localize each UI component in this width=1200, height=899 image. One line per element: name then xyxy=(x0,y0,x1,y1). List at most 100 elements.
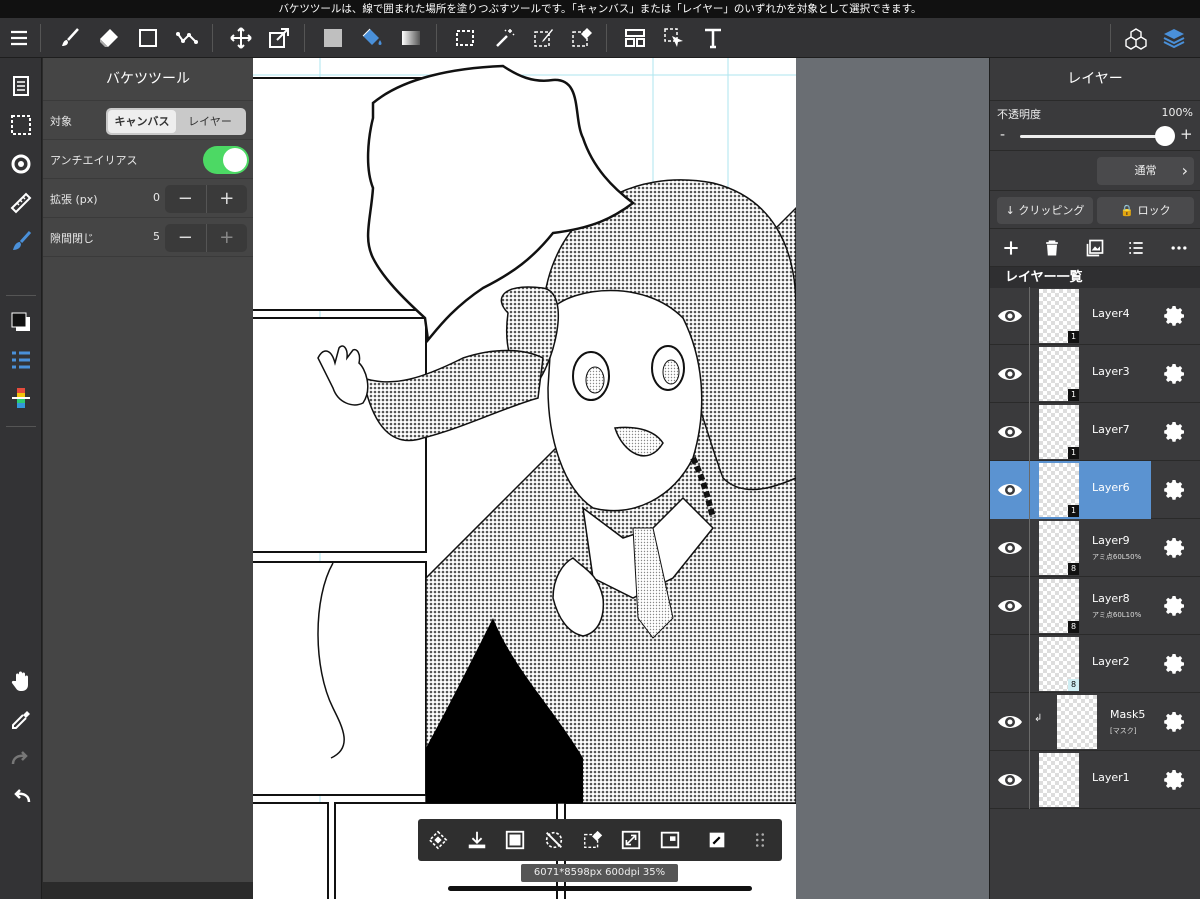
layer-row[interactable]: 8 Layer2 xyxy=(990,635,1200,693)
magic-wand-icon[interactable] xyxy=(488,18,522,58)
gear-icon[interactable] xyxy=(1163,652,1187,676)
layer-name: Layer4 xyxy=(1092,307,1130,320)
eye-icon[interactable] xyxy=(996,304,1024,328)
text-icon[interactable] xyxy=(696,18,730,58)
select-eraser-icon[interactable] xyxy=(565,18,599,58)
edit-icon[interactable] xyxy=(701,825,733,855)
more-icon[interactable] xyxy=(1166,235,1192,261)
eye-icon[interactable] xyxy=(996,362,1024,386)
expand-stepper[interactable]: − + xyxy=(165,185,247,213)
crop-icon[interactable] xyxy=(654,825,686,855)
clip-lock-row: ↓ クリッピング 🔒 ロック xyxy=(990,191,1200,229)
color-swatch-icon[interactable] xyxy=(4,305,38,339)
opacity-value: 100% xyxy=(1161,106,1193,119)
polyline-icon[interactable] xyxy=(170,18,204,58)
expand-plus-button[interactable]: + xyxy=(205,185,248,213)
add-layer-icon[interactable] xyxy=(998,235,1024,261)
fit-screen-icon[interactable] xyxy=(615,825,647,855)
gap-close-row: 隙間閉じ 5 − + xyxy=(43,218,253,257)
lock-button[interactable]: 🔒 ロック xyxy=(1097,197,1194,224)
drag-handle-icon[interactable] xyxy=(744,825,776,855)
eye-hidden-icon[interactable] xyxy=(996,652,1024,676)
gear-icon[interactable] xyxy=(1163,362,1187,386)
layers-icon[interactable] xyxy=(1157,18,1191,58)
trash-icon[interactable] xyxy=(1039,235,1065,261)
transform-icon[interactable] xyxy=(262,18,296,58)
target-segmented-control[interactable]: キャンバス レイヤー xyxy=(106,108,246,135)
move-icon[interactable] xyxy=(224,18,258,58)
layer-row[interactable]: 8 Layer8 アミ点60L10% xyxy=(990,577,1200,635)
gap-plus-button[interactable]: + xyxy=(205,224,248,252)
eye-icon[interactable] xyxy=(996,478,1024,502)
rotate-canvas-icon[interactable] xyxy=(422,825,454,855)
rectangle-icon[interactable] xyxy=(131,18,165,58)
gear-icon[interactable] xyxy=(1163,420,1187,444)
layer-image-icon[interactable] xyxy=(1082,235,1108,261)
expand-minus-button[interactable]: − xyxy=(165,185,206,213)
select-pen-icon[interactable] xyxy=(527,18,561,58)
deselect-icon[interactable] xyxy=(538,825,570,855)
layer-row[interactable]: 1 Layer3 xyxy=(990,345,1200,403)
frame-divide-icon[interactable] xyxy=(618,18,652,58)
hand-icon[interactable] xyxy=(4,664,38,698)
eye-icon[interactable] xyxy=(996,594,1024,618)
redo-icon[interactable] xyxy=(4,741,38,775)
select-arrow-icon[interactable] xyxy=(657,18,691,58)
layer-row[interactable]: Layer1 xyxy=(990,751,1200,809)
download-icon[interactable] xyxy=(461,825,493,855)
antialias-toggle[interactable] xyxy=(203,146,249,174)
fill-color-icon[interactable] xyxy=(316,18,350,58)
layer-row[interactable]: 1 Layer6 xyxy=(990,461,1200,519)
target-label: 対象 xyxy=(50,115,72,128)
menu-icon[interactable] xyxy=(2,18,36,58)
blend-mode-button[interactable]: 通常 › xyxy=(1097,157,1194,185)
selection-icon[interactable] xyxy=(4,108,38,142)
gear-icon[interactable] xyxy=(1163,536,1187,560)
layer-list-icon[interactable] xyxy=(1123,235,1149,261)
ruler-icon[interactable] xyxy=(4,186,38,220)
snap-icon[interactable] xyxy=(4,147,38,181)
eye-icon[interactable] xyxy=(996,420,1024,444)
clear-selection-icon[interactable] xyxy=(577,825,609,855)
eyedropper-icon[interactable] xyxy=(4,703,38,737)
gear-icon[interactable] xyxy=(1163,710,1187,734)
layer-name: Layer2 xyxy=(1092,655,1130,668)
layer-row[interactable]: 1 Layer4 xyxy=(990,287,1200,345)
color-wheel-icon[interactable] xyxy=(4,381,38,415)
opacity-slider[interactable] xyxy=(1020,135,1166,138)
color-set-icon[interactable] xyxy=(4,343,38,377)
expand-value: 0 xyxy=(153,191,160,204)
eye-icon[interactable] xyxy=(996,768,1024,792)
target-canvas-option[interactable]: キャンバス xyxy=(108,110,176,133)
gear-icon[interactable] xyxy=(1163,594,1187,618)
target-layer-option[interactable]: レイヤー xyxy=(176,110,244,133)
layer-row[interactable]: 1 Layer7 xyxy=(990,403,1200,461)
gear-icon[interactable] xyxy=(1163,478,1187,502)
layer-row[interactable]: Mask5 [マスク] ↲ xyxy=(990,693,1200,751)
eye-icon[interactable] xyxy=(996,710,1024,734)
opacity-slider-knob[interactable] xyxy=(1155,126,1175,146)
layer-name: Layer9 xyxy=(1092,534,1130,547)
brush-settings-icon[interactable] xyxy=(4,224,38,258)
opacity-plus-button[interactable]: + xyxy=(1180,125,1193,143)
gear-icon[interactable] xyxy=(1163,304,1187,328)
gap-minus-button[interactable]: − xyxy=(165,224,206,252)
select-all-icon[interactable] xyxy=(499,825,531,855)
home-indicator[interactable] xyxy=(448,886,752,891)
opacity-minus-button[interactable]: - xyxy=(1000,127,1005,143)
brush-icon[interactable] xyxy=(53,18,87,58)
page-manager-icon[interactable] xyxy=(4,69,38,103)
gap-close-stepper[interactable]: − + xyxy=(165,224,247,252)
gear-icon[interactable] xyxy=(1163,768,1187,792)
gap-close-label: 隙間閉じ xyxy=(50,232,94,245)
select-rect-icon[interactable] xyxy=(448,18,482,58)
layer-row[interactable]: 8 Layer9 アミ点60L50% xyxy=(990,519,1200,577)
eye-icon[interactable] xyxy=(996,536,1024,560)
undo-icon[interactable] xyxy=(4,779,38,813)
bucket-icon[interactable] xyxy=(355,18,389,58)
clipping-button[interactable]: ↓ クリッピング xyxy=(997,197,1093,224)
eraser-icon[interactable] xyxy=(92,18,126,58)
gradient-icon[interactable] xyxy=(394,18,428,58)
materials-icon[interactable] xyxy=(1119,18,1153,58)
canvas-page[interactable] xyxy=(253,58,796,899)
